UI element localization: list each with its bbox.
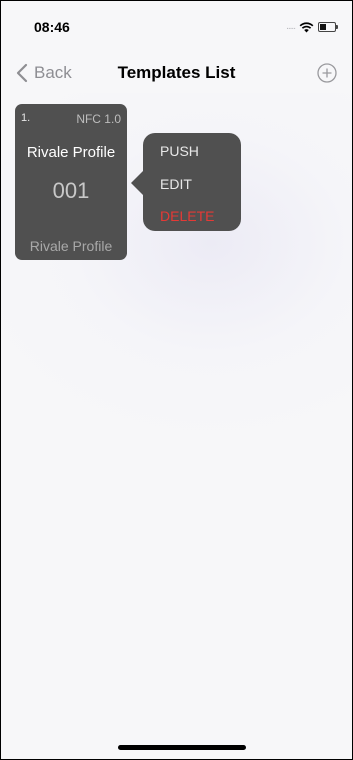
template-code: 001	[52, 178, 90, 203]
status-time: 08:46	[34, 19, 70, 35]
signal-icon: .....	[286, 21, 296, 32]
popover-arrow	[131, 171, 143, 195]
home-indicator[interactable]	[118, 745, 246, 750]
page-title: Templates List	[117, 63, 236, 82]
status-bar: 08:46 .....	[1, 1, 352, 53]
template-context-menu: PUSH EDIT DELETE	[131, 133, 241, 231]
push-menu-item[interactable]: PUSH	[160, 143, 199, 159]
phone-screen: 08:46 ..... Back Templates List 1. NFC 1…	[0, 0, 353, 760]
templates-list: 1. NFC 1.0 Rivale Profile 001 Rivale Pro…	[1, 93, 352, 733]
template-version: NFC 1.0	[76, 112, 121, 126]
template-name: Rivale Profile	[26, 144, 116, 161]
status-icons: .....	[286, 20, 338, 34]
template-index: 1.	[21, 112, 31, 124]
template-footer: Rivale Profile	[29, 238, 113, 254]
battery-icon	[318, 22, 338, 32]
wifi-icon	[299, 21, 314, 32]
template-card[interactable]: 1. NFC 1.0 Rivale Profile 001 Rivale Pro…	[15, 104, 127, 260]
navigation-bar: Back Templates List	[1, 53, 352, 93]
edit-menu-item[interactable]: EDIT	[160, 176, 192, 192]
add-circle-icon[interactable]	[314, 60, 340, 86]
delete-menu-item[interactable]: DELETE	[160, 208, 214, 224]
home-bar	[1, 733, 352, 759]
